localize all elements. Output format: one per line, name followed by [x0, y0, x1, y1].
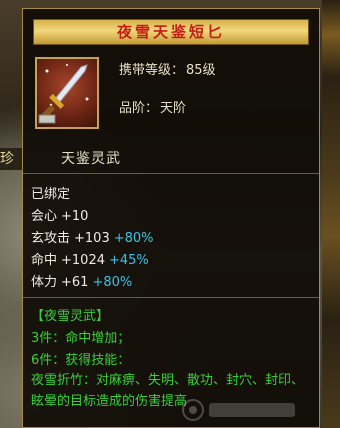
stat-value: +10: [61, 209, 89, 224]
item-grade-label: 品阶：: [119, 101, 159, 116]
background-tab-text: 珍: [0, 148, 24, 170]
item-tooltip: 夜雪天鉴短匕 携带等级：85级 品阶：天阶 天鉴灵武 已绑定 会心+10: [22, 8, 320, 428]
stat-value: +61: [61, 275, 89, 290]
watermark-logo: [182, 399, 295, 421]
set-bonus-6: 6件：获得技能：: [31, 353, 131, 368]
divider: [23, 173, 319, 174]
stat-bonus: +80%: [92, 275, 133, 290]
stat-row: 玄攻击 +103 +80%: [31, 227, 154, 246]
stat-bonus: +45%: [109, 253, 149, 268]
carry-level: 携带等级： 85级: [119, 59, 216, 78]
stat-row: 体力 +61 +80%: [31, 271, 132, 290]
carry-level-label: 携带等级：: [119, 63, 185, 78]
item-subname: 天鉴灵武: [61, 151, 121, 167]
stat-name: 体力: [31, 275, 58, 290]
carry-level-value: 85级: [186, 63, 216, 78]
dagger-icon: [35, 57, 99, 129]
divider: [23, 297, 319, 298]
background-frame-right: [322, 0, 340, 428]
item-grade: 品阶： 天阶: [119, 97, 186, 116]
set-bonus-3: 3件：命中增加；: [31, 331, 131, 346]
stat-row: 命中 +1024 +45%: [31, 249, 149, 268]
stat-bonus: +80%: [113, 231, 154, 246]
item-title: 夜雪天鉴短匕: [33, 19, 309, 45]
stat-row: 会心 +10: [31, 205, 88, 224]
binding-status: 已绑定: [31, 187, 71, 202]
stat-name: 玄攻击: [31, 231, 71, 246]
stat-value: +1024: [61, 253, 105, 268]
stat-name: 会心: [31, 209, 58, 224]
item-grade-value: 天阶: [160, 101, 187, 116]
stat-value: +103: [74, 231, 110, 246]
set-name: 【夜雪灵武】: [31, 309, 110, 324]
stat-name: 命中: [31, 253, 58, 268]
